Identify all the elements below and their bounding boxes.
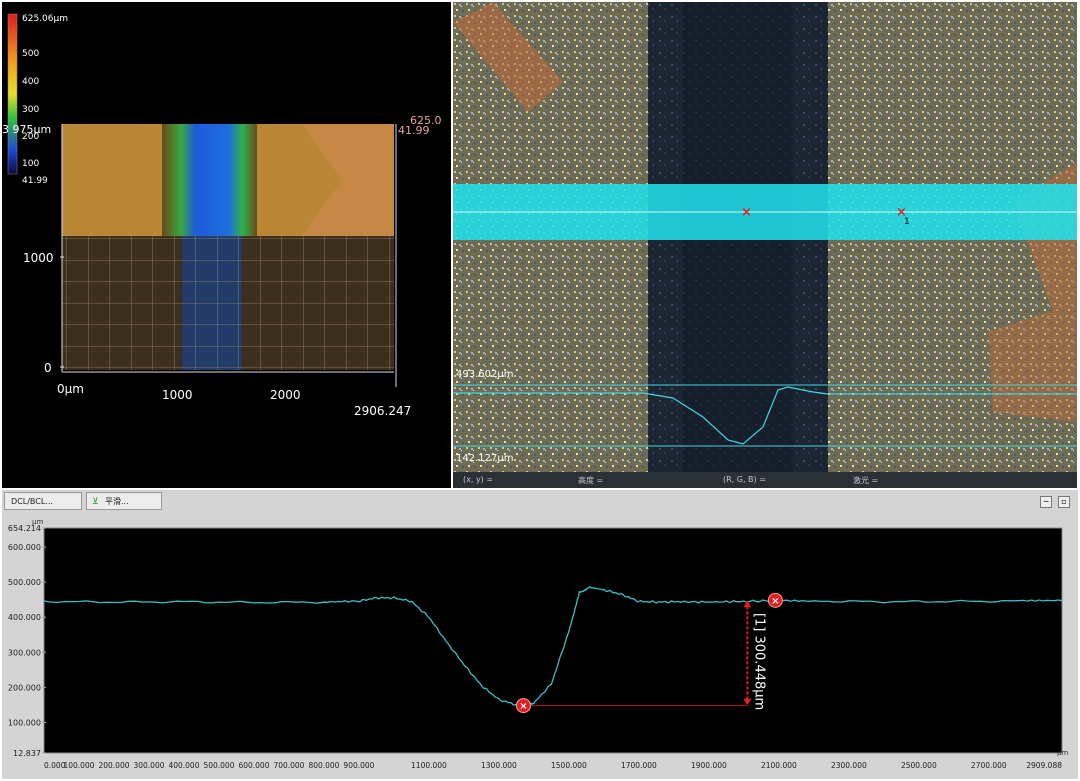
colorbar-tick: 400 xyxy=(22,77,39,87)
trench-surface xyxy=(162,124,257,236)
y-tick-label: 300.000 xyxy=(8,648,41,657)
x-tick-label: 600.000 xyxy=(238,761,269,770)
profile-chart: µm 654.214 600.000 500.000 400.000 300.000 20… xyxy=(8,518,1069,770)
marker-cross: × xyxy=(741,205,752,220)
measurement-label: [1] 300.448µm xyxy=(751,613,766,710)
x-tick-label: 1500.000 xyxy=(551,761,587,770)
x-tick-label: 700.000 xyxy=(273,761,304,770)
plot-background xyxy=(43,527,1063,754)
x-tick-label: 100.000 xyxy=(63,761,94,770)
status-laser: 激光 = xyxy=(853,476,879,485)
profile-window[interactable]: DCL/BCL... ⊻ 平滑... ─ ▫ µm 654.214 600.000… xyxy=(2,490,1078,779)
y-tick-1000: 1000 xyxy=(23,251,54,265)
y-tick-label: 100.000 xyxy=(8,718,41,727)
x-tick-label: 1900.000 xyxy=(691,761,727,770)
status-rgb: (R, G, B) = xyxy=(723,475,766,484)
upper-value-label: 493.602µm xyxy=(456,369,513,380)
z-min-label: 41.99 xyxy=(398,124,430,137)
marker-x-icon: × xyxy=(519,701,527,712)
marker-x-icon: × xyxy=(771,596,779,607)
x-tick-label: 300.000 xyxy=(133,761,164,770)
x-tick-label: 1700.000 xyxy=(621,761,657,770)
lower-value-label: 142.127µm xyxy=(456,453,513,464)
status-xy: (x, y) = xyxy=(463,475,494,484)
camera-image-svg: × × 1 493.602µm 142.127µm xyxy=(453,2,1077,472)
x-tick-label: 500.000 xyxy=(203,761,234,770)
x-tick-label: 400.000 xyxy=(168,761,199,770)
y-tick-label: 500.000 xyxy=(8,578,41,587)
y-tick-0: 0 xyxy=(44,361,52,375)
y-tick-label: 600.000 xyxy=(8,543,41,552)
colorbar-tick: 300 xyxy=(22,105,39,115)
x-tick-label: 2300.000 xyxy=(831,761,867,770)
colorbar-tick: 100 xyxy=(22,159,39,169)
x-tick-label: 0.000 xyxy=(44,761,66,770)
y-tick-label: 12.837 xyxy=(13,749,41,758)
height-3d-svg: 625.06µm 500 400 300 200 100 41.99 3 975… xyxy=(2,13,442,418)
x-end-label: 2906.247 xyxy=(354,404,411,418)
grid-overlay xyxy=(62,236,394,370)
y-tick-label: 200.000 xyxy=(8,683,41,692)
status-bar: (x, y) = 高度 = (R, G, B) = 激光 = xyxy=(453,472,1077,488)
x-tick-label: 900.000 xyxy=(343,761,374,770)
y-tick-label: 654.214 xyxy=(8,524,41,533)
x-tick-0: 0µm xyxy=(57,382,84,396)
colorbar-max: 625.06µm xyxy=(22,14,68,24)
x-tick-2000: 2000 xyxy=(270,388,301,402)
camera-image-view[interactable]: × × 1 493.602µm 142.127µm (x, y) = 高度 = … xyxy=(453,2,1077,488)
height-3d-view[interactable]: 625.06µm 500 400 300 200 100 41.99 3 975… xyxy=(2,2,451,488)
colorbar xyxy=(7,13,18,175)
x-tick-label: 2500.000 xyxy=(901,761,937,770)
y-axis-label: 3 975µm xyxy=(2,123,51,136)
x-tick-label: 2100.000 xyxy=(761,761,797,770)
x-tick-label: 200.000 xyxy=(98,761,129,770)
x-tick-label: 1100.000 xyxy=(411,761,447,770)
colorbar-tick: 500 xyxy=(22,49,39,59)
x-tick-label: 1300.000 xyxy=(481,761,517,770)
status-height: 高度 = xyxy=(578,476,604,485)
x-unit-label: µm xyxy=(1057,749,1068,757)
x-tick-label: 800.000 xyxy=(308,761,339,770)
marker-label: 1 xyxy=(904,217,910,227)
x-tick-label: 2700.000 xyxy=(971,761,1007,770)
y-tick-label: 400.000 xyxy=(8,613,41,622)
x-tick-1000: 1000 xyxy=(162,388,193,402)
colorbar-min: 41.99 xyxy=(22,176,48,186)
x-tick-label: 2909.088 xyxy=(1026,761,1062,770)
